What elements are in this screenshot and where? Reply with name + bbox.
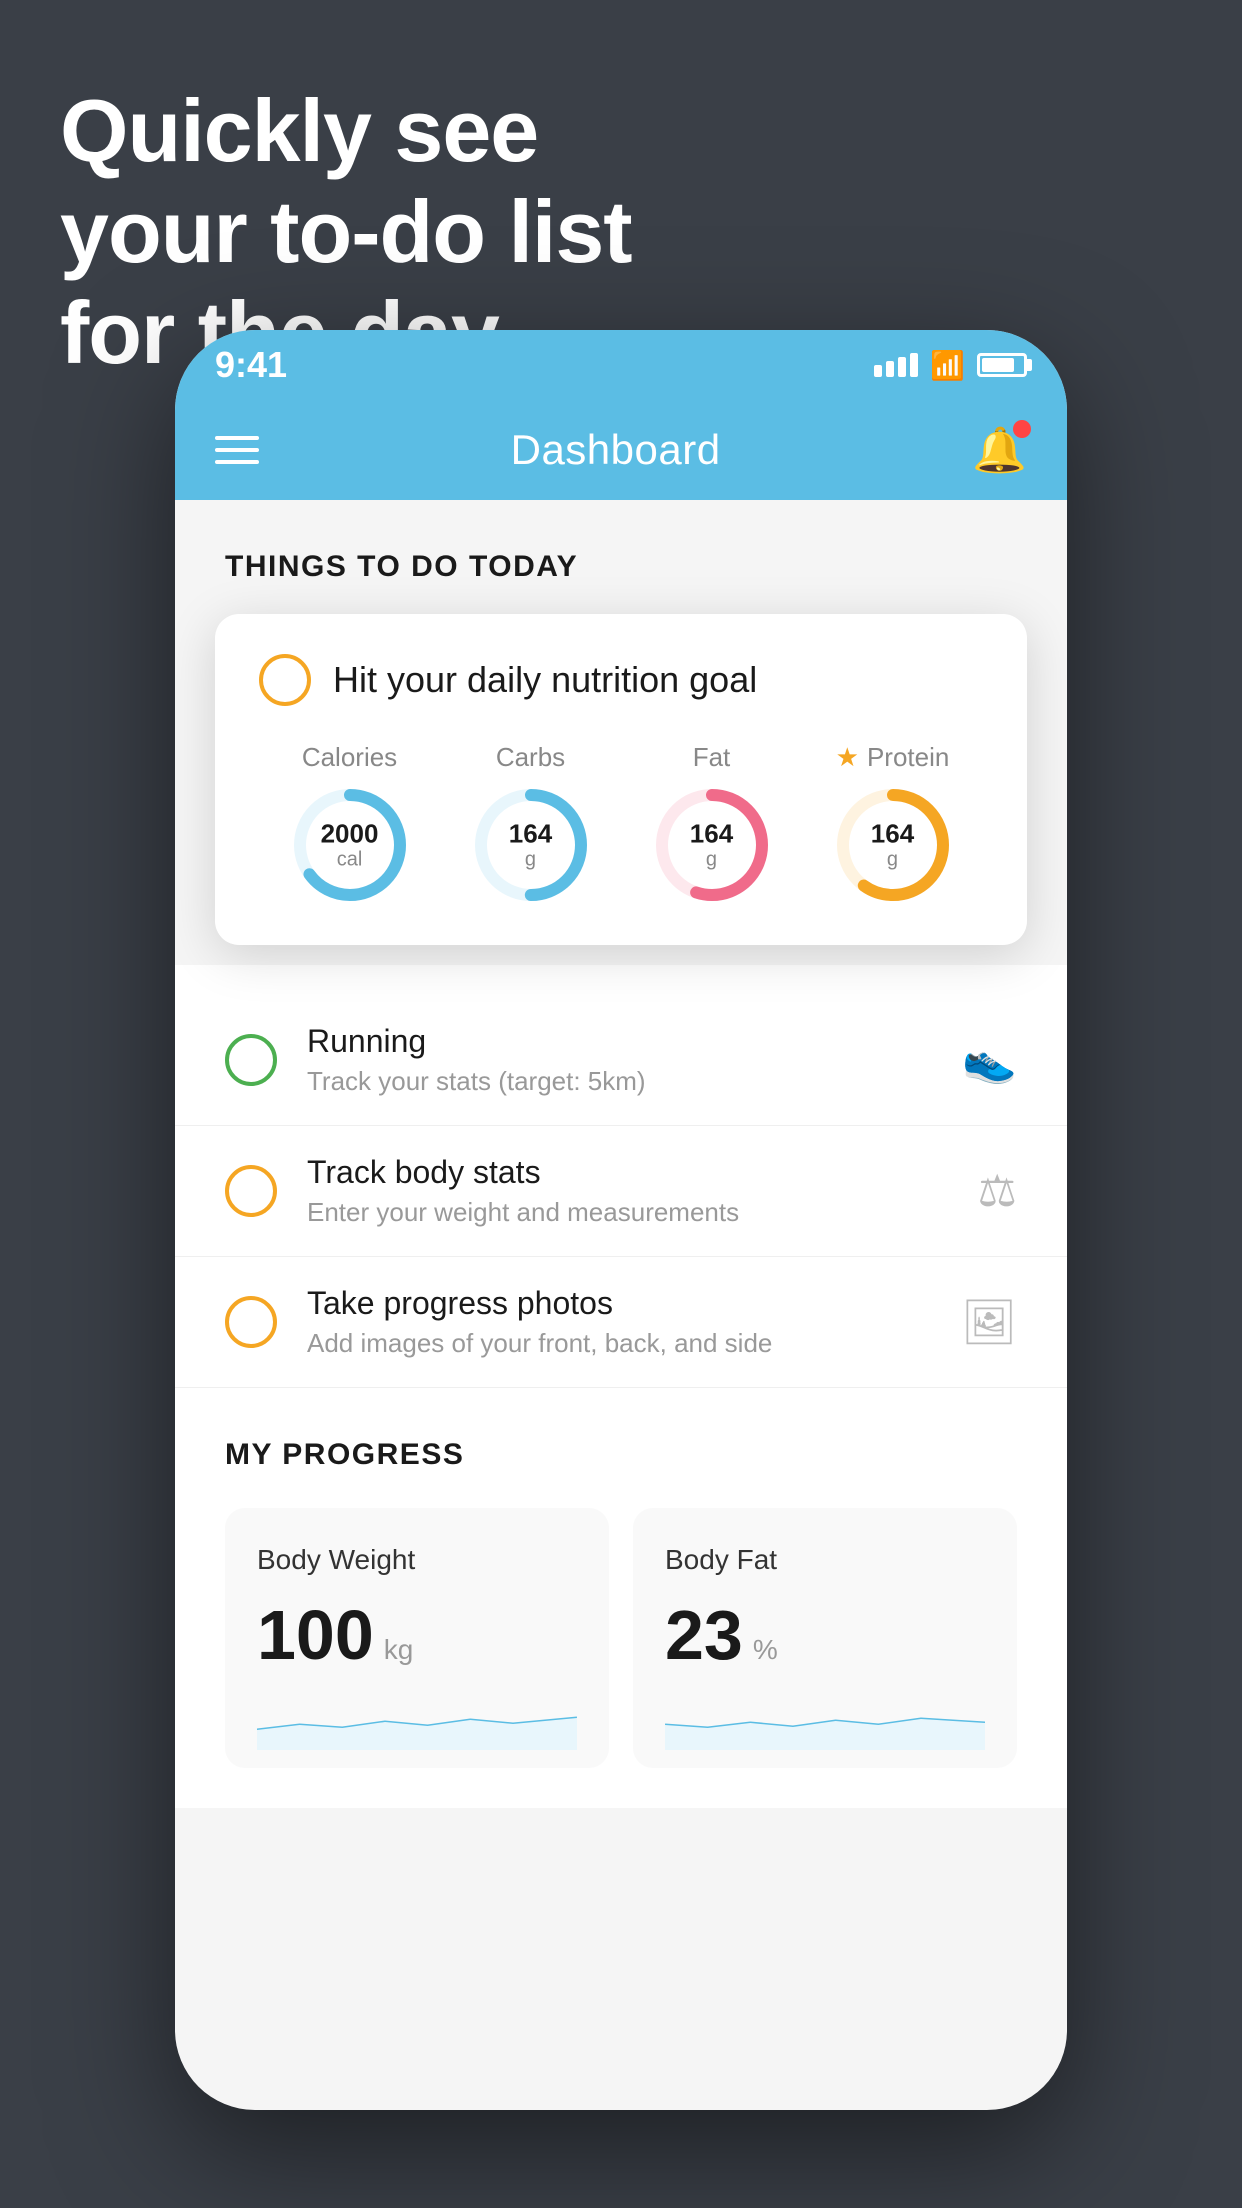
macro-carbs-value: 164 — [509, 820, 552, 849]
progress-card-fat-title: Body Fat — [665, 1544, 985, 1576]
macro-protein-donut: 164 g — [833, 785, 953, 905]
macro-calories-value: 2000 — [321, 820, 379, 849]
nutrition-check-circle[interactable] — [259, 654, 311, 706]
progress-weight-value-row: 100 kg — [257, 1600, 577, 1670]
todo-title-body-stats: Track body stats — [307, 1154, 948, 1191]
signal-icon — [874, 353, 918, 377]
fat-sparkline — [665, 1690, 985, 1750]
todo-text-body-stats: Track body stats Enter your weight and m… — [307, 1154, 948, 1228]
macro-protein-value: 164 — [871, 820, 914, 849]
todo-title-running: Running — [307, 1023, 932, 1060]
progress-section: MY PROGRESS Body Weight 100 kg Body Fat … — [175, 1388, 1067, 1808]
todo-text-photos: Take progress photos Add images of your … — [307, 1285, 931, 1359]
macro-carbs-donut: 164 g — [471, 785, 591, 905]
progress-fat-number: 23 — [665, 1600, 743, 1670]
app-header: Dashboard 🔔 — [175, 400, 1067, 500]
photo-icon: 🖼 — [961, 1296, 1017, 1348]
progress-cards: Body Weight 100 kg Body Fat 23 % — [225, 1508, 1017, 1768]
todo-title-photos: Take progress photos — [307, 1285, 931, 1322]
header-title: Dashboard — [511, 426, 721, 474]
macro-fat-label: Fat — [693, 742, 731, 773]
notification-button[interactable]: 🔔 — [972, 424, 1027, 476]
nutrition-card[interactable]: Hit your daily nutrition goal Calories 2… — [215, 614, 1027, 945]
status-time: 9:41 — [215, 344, 287, 386]
todo-list: Running Track your stats (target: 5km) 👟… — [175, 965, 1067, 1388]
todo-item-body-stats[interactable]: Track body stats Enter your weight and m… — [175, 1126, 1067, 1257]
macro-protein: ★ Protein 164 g — [833, 742, 953, 905]
macros-row: Calories 2000 cal Carbs — [259, 742, 983, 905]
todo-circle-running[interactable] — [225, 1034, 277, 1086]
todo-text-running: Running Track your stats (target: 5km) — [307, 1023, 932, 1097]
macro-calories: Calories 2000 cal — [290, 742, 410, 905]
macro-protein-label: ★ Protein — [836, 742, 950, 773]
macro-calories-label: Calories — [302, 742, 397, 773]
progress-fat-value-row: 23 % — [665, 1600, 985, 1670]
todo-circle-photos[interactable] — [225, 1296, 277, 1348]
progress-card-weight-title: Body Weight — [257, 1544, 577, 1576]
progress-title: MY PROGRESS — [225, 1438, 1017, 1472]
notification-badge — [1013, 420, 1031, 438]
macro-fat-value: 164 — [690, 820, 733, 849]
status-icons: 📶 — [874, 349, 1027, 382]
battery-icon — [977, 353, 1027, 377]
nutrition-card-title: Hit your daily nutrition goal — [333, 659, 757, 701]
section-today-title: THINGS TO DO TODAY — [225, 550, 1017, 584]
todo-circle-body-stats[interactable] — [225, 1165, 277, 1217]
menu-button[interactable] — [215, 436, 259, 464]
progress-card-weight[interactable]: Body Weight 100 kg — [225, 1508, 609, 1768]
macro-calories-unit: cal — [321, 848, 379, 870]
macro-protein-unit: g — [871, 848, 914, 870]
star-icon: ★ — [836, 742, 859, 773]
todo-item-photos[interactable]: Take progress photos Add images of your … — [175, 1257, 1067, 1388]
progress-weight-unit: kg — [384, 1634, 414, 1666]
todo-sub-photos: Add images of your front, back, and side — [307, 1328, 931, 1359]
status-bar: 9:41 📶 — [175, 330, 1067, 400]
shoe-icon: 👟 — [962, 1034, 1017, 1086]
macro-fat-donut: 164 g — [652, 785, 772, 905]
todo-item-running[interactable]: Running Track your stats (target: 5km) 👟 — [175, 995, 1067, 1126]
todo-sub-running: Track your stats (target: 5km) — [307, 1066, 932, 1097]
macro-carbs: Carbs 164 g — [471, 742, 591, 905]
macro-fat: Fat 164 g — [652, 742, 772, 905]
progress-fat-unit: % — [753, 1634, 778, 1666]
macro-carbs-label: Carbs — [496, 742, 565, 773]
nutrition-card-header: Hit your daily nutrition goal — [259, 654, 983, 706]
progress-weight-number: 100 — [257, 1600, 374, 1670]
wifi-icon: 📶 — [930, 349, 965, 382]
phone-mockup: 9:41 📶 Dashboard 🔔 THINGS TO DO TODAY — [175, 330, 1067, 2110]
main-content: THINGS TO DO TODAY Hit your daily nutrit… — [175, 500, 1067, 975]
macro-carbs-unit: g — [509, 848, 552, 870]
macro-fat-unit: g — [690, 848, 733, 870]
todo-sub-body-stats: Enter your weight and measurements — [307, 1197, 948, 1228]
progress-card-fat[interactable]: Body Fat 23 % — [633, 1508, 1017, 1768]
weight-sparkline — [257, 1690, 577, 1750]
macro-calories-donut: 2000 cal — [290, 785, 410, 905]
scale-icon: ⚖ — [978, 1166, 1017, 1217]
